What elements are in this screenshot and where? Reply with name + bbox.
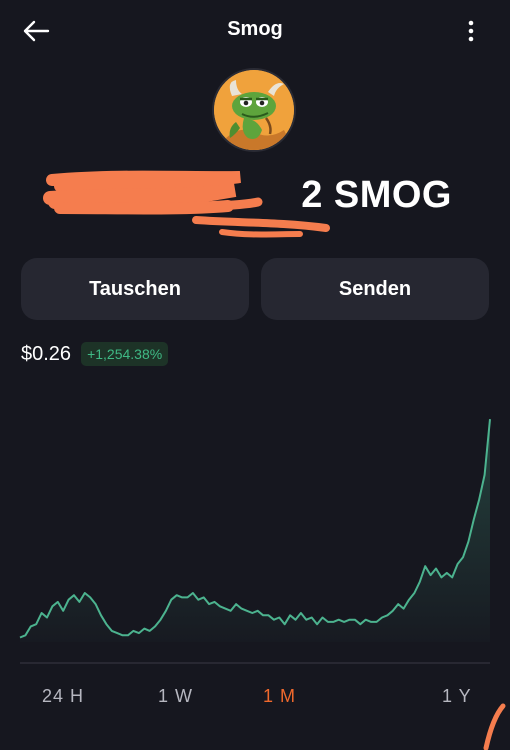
time-range-selector: 24 H 1 W 1 M 1 Y — [0, 686, 510, 714]
current-price: $0.26 — [21, 342, 72, 365]
balance-amount: 2 SMOG — [301, 174, 452, 216]
send-button[interactable]: Senden — [261, 258, 489, 320]
range-1w[interactable]: 1 W — [158, 686, 193, 707]
more-menu-button[interactable] — [460, 16, 482, 46]
action-buttons: Tauschen Senden — [21, 258, 489, 320]
page-title: Smog — [227, 18, 283, 40]
price-chart[interactable] — [0, 380, 510, 670]
back-button[interactable] — [20, 16, 52, 46]
price-change-badge: +1,254.38% — [81, 342, 169, 366]
token-balance: 2 SMOG — [0, 168, 510, 238]
smog-dragon-logo — [214, 70, 294, 150]
chart-area-fill — [20, 419, 490, 642]
more-vertical-icon — [468, 20, 474, 42]
arrow-left-icon — [23, 20, 50, 42]
price-row: $0.26 +1,254.38% — [21, 340, 169, 368]
range-24h[interactable]: 24 H — [42, 686, 84, 707]
token-logo — [212, 68, 296, 152]
header: Smog — [0, 0, 510, 62]
range-1y[interactable]: 1 Y — [442, 686, 472, 707]
swap-button[interactable]: Tauschen — [21, 258, 249, 320]
range-1m[interactable]: 1 M — [263, 686, 296, 707]
